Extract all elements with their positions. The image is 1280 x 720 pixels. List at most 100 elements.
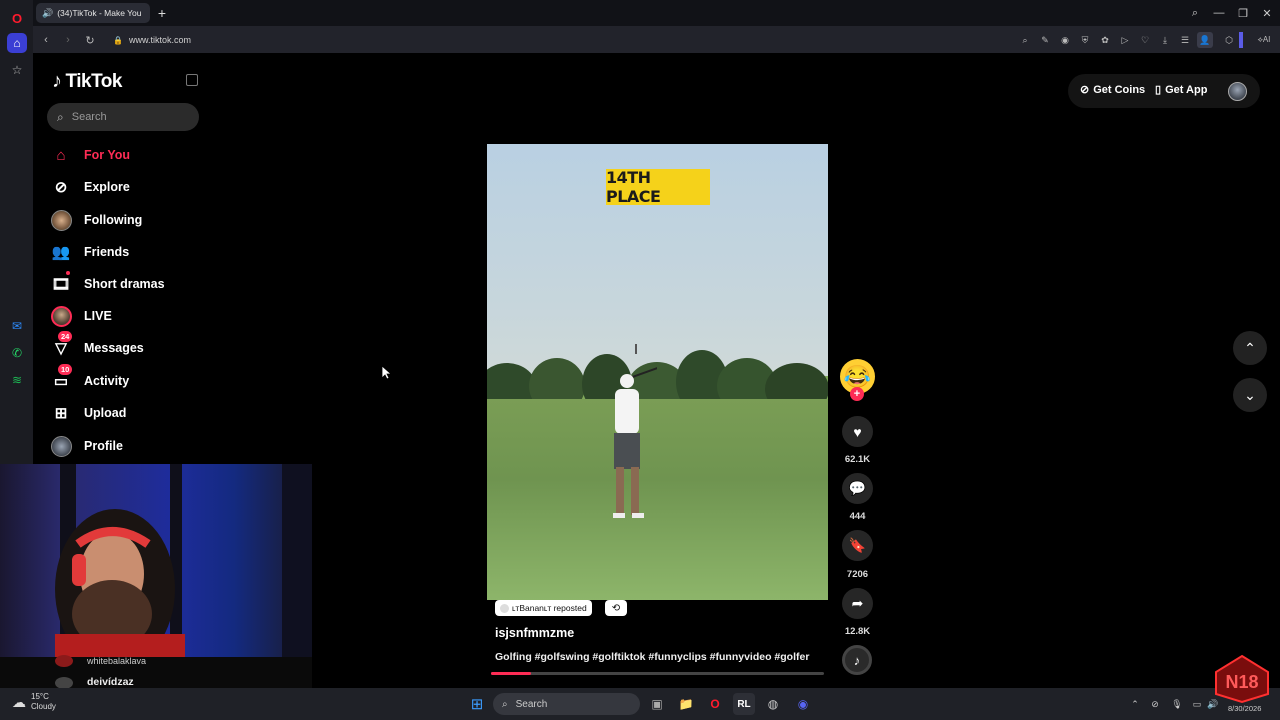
profile-icon[interactable]: 👤 [1197,32,1213,48]
nav-upload[interactable]: ⊞ Upload [50,400,210,426]
nav-for-you[interactable]: ⌂ For You [50,142,210,168]
weather-widget[interactable]: ☁ 15°C Cloudy [12,692,56,712]
get-coins-button[interactable]: ⊘ Get Coins [1080,83,1146,97]
zoom-icon[interactable]: ⌕ [1017,32,1033,48]
compass-icon: ⊘ [54,179,68,196]
search-box[interactable]: ⌕ [47,103,199,131]
repost-pill[interactable]: ʟᴛBananʟᴛ reposted [495,600,592,616]
spotify-icon[interactable]: ≋ [7,370,27,390]
weather-temp: 15°C [31,692,49,701]
following-avatar [50,209,72,231]
search-input[interactable] [71,111,182,123]
profile-avatar [50,435,72,457]
get-app-button[interactable]: ▯ Get App [1155,83,1207,97]
nav-friends[interactable]: 👥 Friends [50,239,210,265]
nav-label: Upload [84,406,127,420]
user-avatar[interactable] [1228,82,1247,101]
video-overlay-label: 14TH PLACE [606,168,710,206]
repost-label: ʟᴛBananʟᴛ reposted [512,603,587,613]
nav-profile[interactable]: Profile [50,433,210,459]
taskbar-clock[interactable]: 8/30/2026 [1228,704,1261,713]
tray-mic-icon[interactable]: 🎙 [1170,697,1184,711]
search-tabs-icon[interactable]: ⌕ [1185,4,1205,22]
app-rl-icon[interactable]: RL [733,693,755,715]
maximize-button[interactable]: ❐ [1233,4,1253,22]
save-button[interactable]: 🔖 [842,530,873,561]
chat-username: whitebalaklava [87,656,147,666]
lock-icon: 🔒 [113,35,123,45]
get-coins-label: Get Coins [1093,83,1146,96]
sidebar-toggle-icon[interactable] [1239,32,1243,48]
tray-chevron-icon[interactable]: ⌃ [1128,697,1142,711]
opera-logo-icon[interactable]: O [7,8,27,28]
taskbar-search-label: Search [515,698,548,710]
share-count: 12.8K [844,626,871,637]
minimize-button[interactable]: — [1209,4,1229,22]
repost-icon[interactable]: ⟲ [605,600,627,616]
share-button[interactable]: ➦ [842,588,873,619]
heart-icon[interactable]: ♡ [1137,32,1153,48]
tray-network-icon[interactable]: ⊘ [1148,697,1162,711]
like-button[interactable]: ♥ [842,416,873,447]
address-bar[interactable]: 🔒 www.tiktok.com [113,31,413,49]
discord-icon[interactable]: ◉ [792,693,814,715]
video-progress-bar[interactable] [491,672,824,675]
reload-button[interactable]: ↻ [81,31,99,49]
nav-explore[interactable]: ⊘ Explore [50,174,210,200]
tray-display-icon[interactable]: ▭ [1190,697,1204,711]
url-text: www.tiktok.com [128,35,191,45]
weather-desc: Cloudy [31,702,56,711]
close-button[interactable]: ✕ [1257,4,1277,22]
phone-icon: ▯ [1155,84,1162,96]
camera-icon[interactable]: ◉ [1057,32,1073,48]
search-icon: ⌕ [57,109,64,124]
extension-icon[interactable]: ✿ [1097,32,1113,48]
film-icon: 🎞 [50,271,72,295]
nav-activity[interactable]: ▭ 10 Activity [50,364,210,394]
shield-icon[interactable]: ⛨ [1077,32,1093,48]
cube-icon[interactable]: ⬡ [1221,32,1237,48]
back-button[interactable]: ‹ [37,31,55,49]
file-explorer-icon[interactable]: 📁 [675,693,697,715]
comment-icon: 💬 [848,480,867,496]
taskbar-search[interactable]: ⌕ Search [493,693,640,715]
messenger-icon[interactable]: ✉ [7,316,27,336]
video-description[interactable]: Golfing #golfswing #golftiktok #funnycli… [495,651,809,663]
collapse-sidebar-icon[interactable] [186,74,198,86]
download-icon[interactable]: ⤓ [1157,32,1173,48]
tab-strip: 🔊 (34)TikTok - Make You + ⌕ — ❐ ✕ [33,0,1280,26]
nav-live[interactable]: LIVE [50,303,210,329]
friends-icon: 👥 [51,244,71,261]
nav-label: Activity [84,374,130,388]
nav-following[interactable]: Following [50,207,210,233]
windows-start-icon[interactable]: ⊞ [466,693,488,715]
webcam-overlay [0,464,312,657]
music-disc-icon[interactable]: ♪ [842,645,872,675]
tiktok-logo[interactable]: ♪ TikTok [52,70,122,93]
video-player[interactable]: 14TH PLACE [487,144,828,600]
video-author[interactable]: isjsnfmmzme [495,626,574,640]
app-circle-icon[interactable]: ◍ [762,693,784,715]
previous-video-button[interactable]: ⌃ [1233,331,1267,365]
comment-button[interactable]: 💬 [842,473,873,504]
opera-taskbar-icon[interactable]: O [704,693,726,715]
next-video-button[interactable]: ⌄ [1233,378,1267,412]
play-icon[interactable]: ▷ [1117,32,1133,48]
home-icon[interactable]: ⌂ [7,33,27,53]
whatsapp-icon[interactable]: ✆ [7,343,27,363]
messages-badge: 24 [58,331,73,342]
task-view-icon[interactable]: ▣ [646,693,668,715]
ai-icon[interactable]: ⟡AI [1253,32,1275,48]
address-toolbar: ‹ › ↻ 🔒 www.tiktok.com ⌕ ✎ ◉ ⛨ ✿ ▷ ♡ ⤓ ☰… [33,26,1280,53]
forward-button[interactable]: › [59,31,77,49]
follow-button[interactable]: + [850,387,864,401]
nav-short-dramas[interactable]: 🎞 Short dramas [50,271,210,297]
menu-icon[interactable]: ☰ [1177,32,1193,48]
nav-messages[interactable]: ▽ 24 Messages [50,331,210,361]
edit-icon[interactable]: ✎ [1037,32,1053,48]
home-icon: ⌂ [56,146,66,164]
star-icon[interactable]: ☆ [7,60,27,80]
tab-tiktok[interactable]: 🔊 (34)TikTok - Make You [36,3,150,23]
new-tab-button[interactable]: + [153,4,171,22]
mouse-cursor-icon [381,365,391,380]
